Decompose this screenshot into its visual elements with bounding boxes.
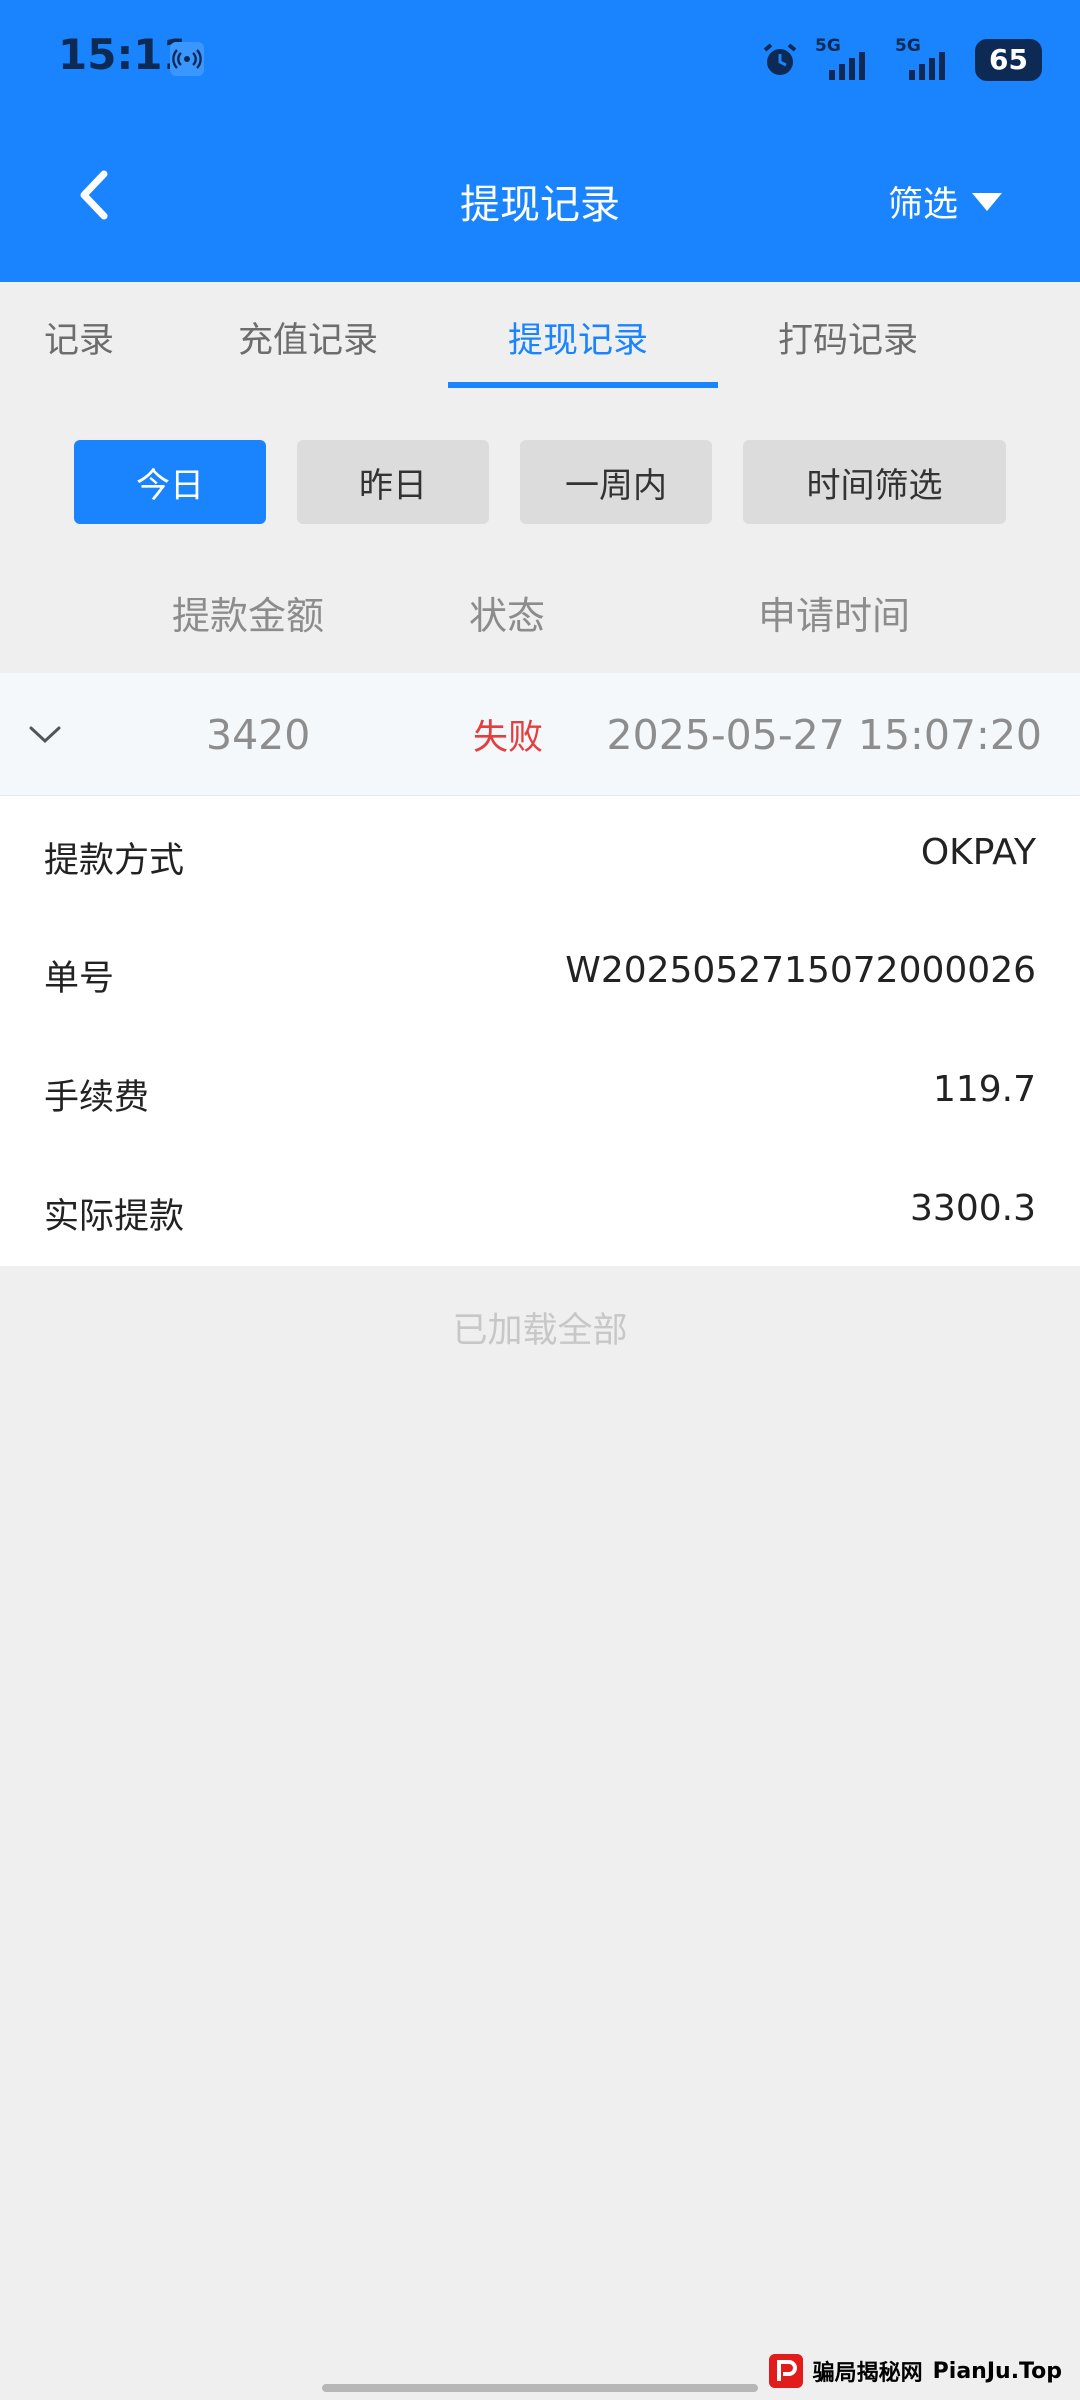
filter-today-button[interactable]: 今日 [74, 440, 266, 524]
filter-yesterday-button[interactable]: 昨日 [297, 440, 489, 524]
detail-value: 3300.3 [910, 1188, 1036, 1229]
detail-label: 手续费 [44, 1078, 150, 1118]
tab-deposit-records[interactable]: 充值记录 [238, 312, 378, 363]
signal-icon: 5G [895, 36, 959, 80]
column-header-time: 申请时间 [758, 594, 911, 638]
watermark-logo-icon [768, 2354, 803, 2388]
detail-value: OKPAY [920, 832, 1036, 873]
record-amount: 3420 [206, 711, 311, 759]
tab-withdraw-records[interactable]: 提现记录 [508, 312, 648, 363]
nav-bar: 提现记录 筛选 [0, 120, 1080, 280]
filter-custom-time-button[interactable]: 时间筛选 [743, 440, 1006, 524]
active-tab-indicator [448, 382, 718, 388]
detail-label: 实际提款 [44, 1197, 185, 1237]
filter-week-button[interactable]: 一周内 [520, 440, 712, 524]
detail-label: 提款方式 [44, 841, 185, 881]
all-loaded-text: 已加载全部 [452, 1311, 628, 1351]
detail-value: W2025052715072000026 [565, 950, 1036, 991]
alarm-icon [763, 43, 797, 75]
record-time: 2025-05-27 15:07:20 [606, 711, 1042, 759]
filter-label: 筛选 [887, 185, 958, 225]
top-bar: 15:11 5G 5G 65 提现记录 筛选 [0, 0, 1080, 282]
tab-bar: 记录 充值记录 提现记录 打码记录 [0, 282, 1080, 390]
detail-row-method: 提款方式 OKPAY [0, 832, 1080, 892]
detail-row-order-no: 单号 W2025052715072000026 [0, 950, 1080, 1010]
chevron-down-icon[interactable] [26, 715, 64, 753]
tab-betting-records[interactable]: 打码记录 [778, 312, 918, 363]
detail-value: 119.7 [932, 1069, 1036, 1110]
watermark-site-name: 骗局揭秘网 [812, 2361, 923, 2386]
hotspot-icon [170, 42, 204, 76]
watermark: 骗局揭秘网 PianJu.Top [768, 2354, 1062, 2388]
status-icons: 5G 5G 65 [761, 36, 1042, 84]
dropdown-triangle-icon [972, 192, 1002, 211]
detail-row-actual: 实际提款 3300.3 [0, 1188, 1080, 1248]
filter-button[interactable]: 筛选 [888, 176, 1002, 227]
home-indicator[interactable] [322, 2384, 758, 2392]
watermark-domain: PianJu.Top [932, 2358, 1062, 2384]
tab-records[interactable]: 记录 [44, 312, 114, 363]
record-row[interactable]: 3420 失败 2025-05-27 15:07:20 [0, 673, 1080, 796]
signal-icon: 5G [815, 36, 879, 80]
detail-label: 单号 [44, 959, 115, 999]
detail-row-fee: 手续费 119.7 [0, 1069, 1080, 1129]
column-header-amount: 提款金额 [172, 594, 325, 638]
record-status: 失败 [473, 718, 544, 758]
column-header-status: 状态 [469, 594, 546, 638]
record-details: 提款方式 OKPAY 单号 W2025052715072000026 手续费 1… [0, 796, 1080, 1266]
status-bar: 15:11 5G 5G 65 [0, 0, 1080, 120]
battery-icon: 65 [975, 39, 1042, 81]
